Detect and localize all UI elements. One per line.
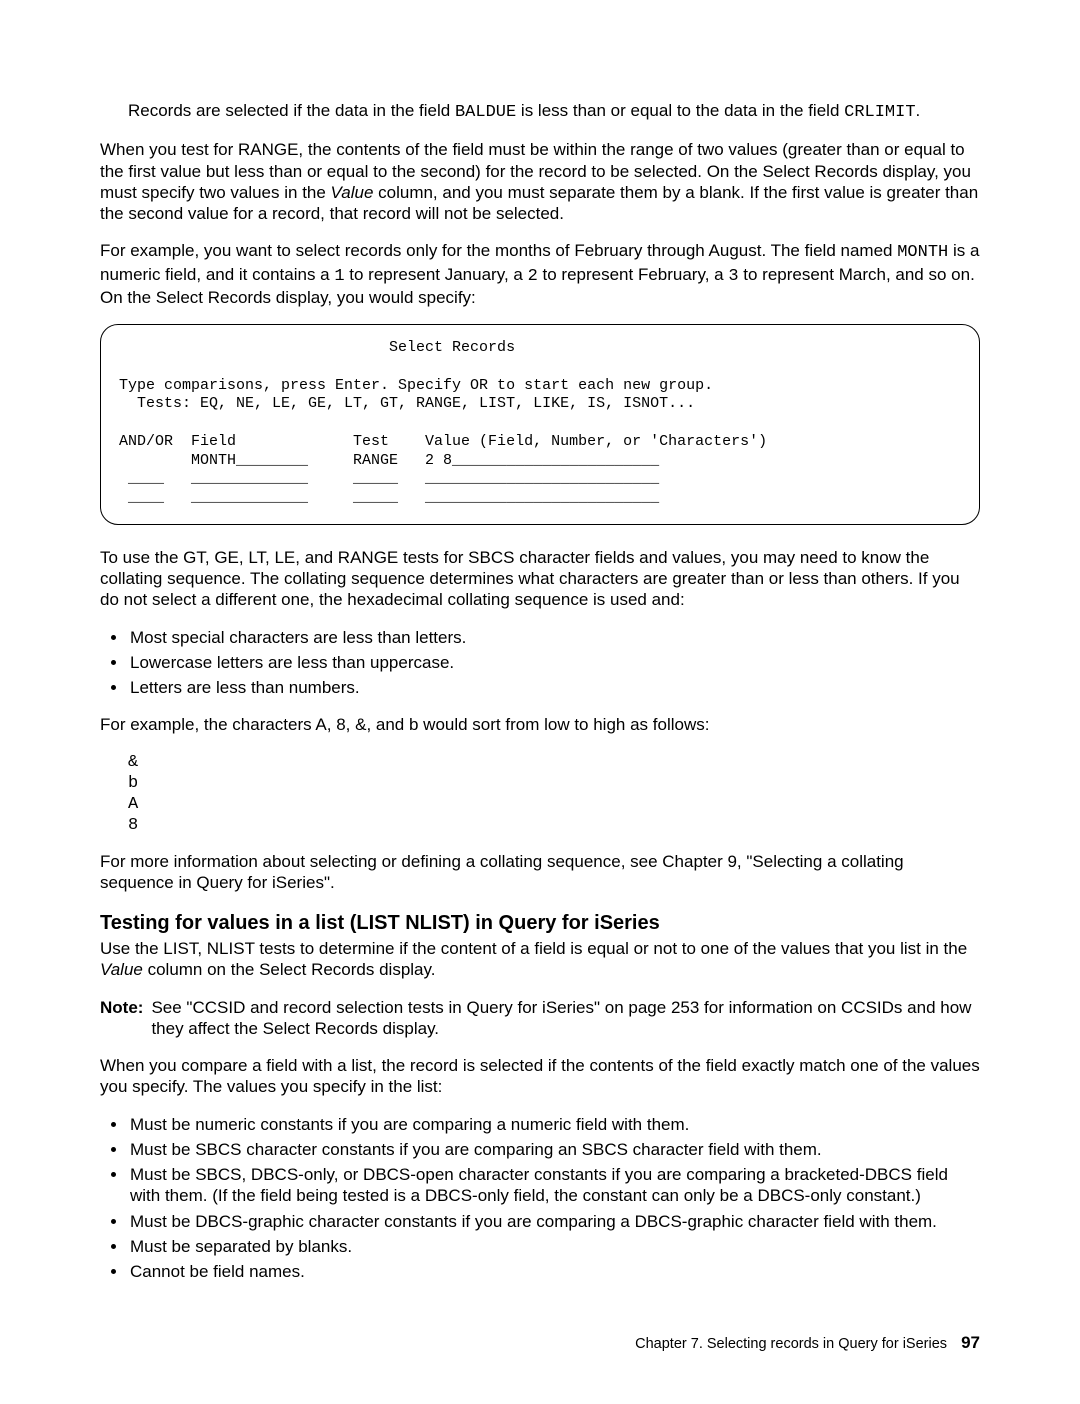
list-requirements: Must be numeric constants if you are com… (128, 1114, 980, 1283)
list-intro-paragraph: Use the LIST, NLIST tests to determine i… (100, 938, 980, 981)
list-item: Most special characters are less than le… (128, 627, 980, 648)
intro-mid: is less than or equal to the data in the… (516, 101, 844, 120)
sort-block: & b A 8 (128, 752, 980, 837)
range-ital: Value (331, 183, 374, 202)
section-heading: Testing for values in a list (LIST NLIST… (100, 911, 980, 936)
footer-chapter: Chapter 7. Selecting records in Query fo… (635, 1336, 947, 1352)
list-item: Must be separated by blanks. (128, 1236, 980, 1257)
example1-paragraph: For example, you want to select records … (100, 240, 980, 308)
note-body: See "CCSID and record selection tests in… (151, 997, 980, 1040)
note-block: Note: See "CCSID and record selection te… (100, 997, 980, 1040)
intro-post: . (916, 101, 921, 120)
select-records-screen: Select Records Type comparisons, press E… (100, 324, 980, 525)
note-label: Note: (100, 997, 151, 1040)
range-paragraph: When you test for RANGE, the contents of… (100, 139, 980, 224)
sort-intro: For example, the characters A, 8, &, and… (100, 714, 980, 735)
code-month: MONTH (897, 243, 948, 262)
code-crlimit: CRLIMIT (844, 103, 915, 122)
list-item: Cannot be field names. (128, 1261, 980, 1282)
intro-line: Records are selected if the data in the … (128, 100, 980, 123)
list-item: Letters are less than numbers. (128, 677, 980, 698)
list-item: Must be SBCS character constants if you … (128, 1139, 980, 1160)
code-baldue: BALDUE (455, 103, 516, 122)
page-footer: Chapter 7. Selecting records in Query fo… (100, 1332, 980, 1353)
collating-bullets: Most special characters are less than le… (128, 627, 980, 699)
list-compare-paragraph: When you compare a field with a list, th… (100, 1055, 980, 1098)
more-info-paragraph: For more information about selecting or … (100, 851, 980, 894)
list-item: Must be numeric constants if you are com… (128, 1114, 980, 1135)
footer-page-number: 97 (961, 1333, 980, 1352)
list-item: Lowercase letters are less than uppercas… (128, 652, 980, 673)
list-item: Must be DBCS-graphic character constants… (128, 1211, 980, 1232)
collating-paragraph: To use the GT, GE, LT, LE, and RANGE tes… (100, 547, 980, 611)
list-item: Must be SBCS, DBCS-only, or DBCS-open ch… (128, 1164, 980, 1207)
intro-pre: Records are selected if the data in the … (128, 101, 455, 120)
